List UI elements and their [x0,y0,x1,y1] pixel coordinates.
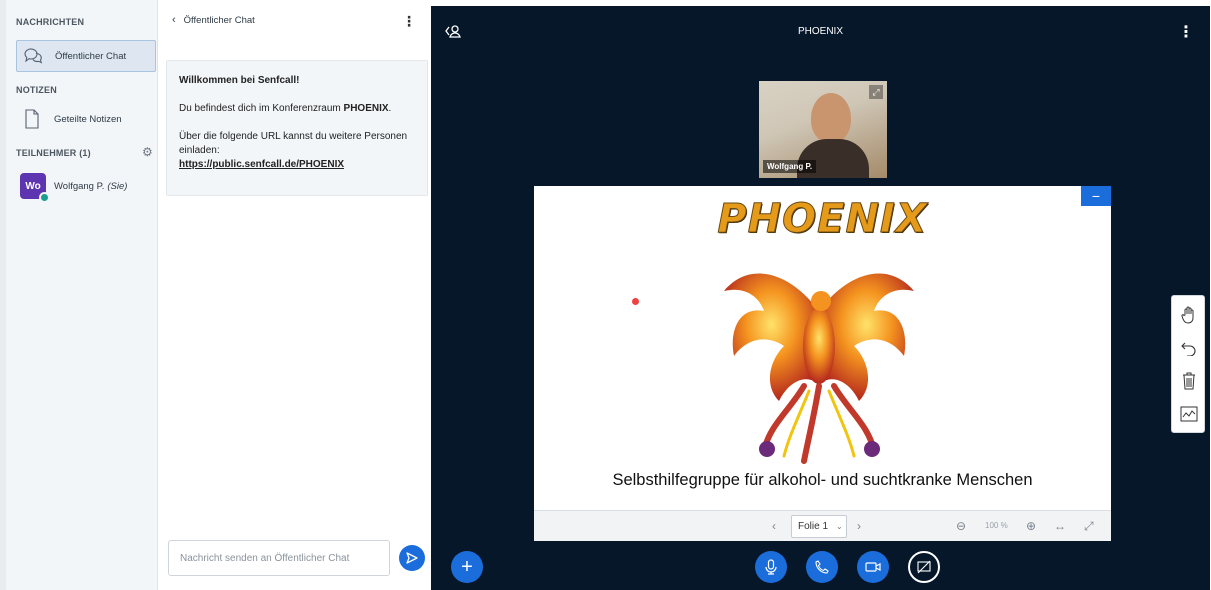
avatar-initials: Wo [25,180,41,192]
chat-options-icon[interactable]: ⋮ [402,14,416,28]
next-slide-icon[interactable]: › [857,519,861,533]
invite-url-link[interactable]: https://public.senfcall.de/PHOENIX [179,159,344,170]
main-options-icon[interactable]: ⋮ [1178,22,1194,42]
presentation-slide[interactable]: − PHOENIX Selbsthilfegruppe für alkohol-… [534,186,1111,510]
welcome-line1-prefix: Du befindest dich im Konferenzraum [179,103,344,114]
presentation-pointer [632,298,639,305]
chat-input-placeholder: Nachricht senden an Öffentlicher Chat [180,552,350,564]
shared-notes-label: Geteilte Notizen [54,113,122,125]
chat-title: Öffentlicher Chat [183,14,255,26]
current-slide-label: Folie 1 [798,521,829,532]
slide-caption: Selbsthilfegruppe für alkohol- und sucht… [612,471,1033,489]
presentation-area: PHOENIX ⋮ ⤢ Wolfgang P. − PHOENIX Selbst… [431,6,1210,590]
welcome-message: Willkommen bei Senfcall! Du befindest di… [166,60,428,196]
microphone-icon [765,559,777,575]
notes-section-title: NOTIZEN [16,85,57,95]
chevron-down-icon: ⌄ [836,522,843,531]
chat-panel: ‹ Öffentlicher Chat ⋮ Willkommen bei Sen… [157,0,430,590]
welcome-line1-suffix: . [388,103,392,114]
fullscreen-icon[interactable]: ⤢ [1084,519,1094,534]
zoom-out-icon[interactable]: ⊖ [956,519,966,533]
multi-user-whiteboard-icon[interactable] [1172,398,1206,430]
webcam-face [811,93,851,143]
whiteboard-toolbar [1171,295,1205,433]
participant-self-tag: (Sie) [107,180,128,192]
undo-icon[interactable] [1172,332,1206,364]
webcam-video[interactable]: ⤢ Wolfgang P. [759,81,887,178]
status-icon [39,192,50,203]
chevron-left-icon[interactable]: ‹ [172,14,176,26]
previous-slide-icon[interactable]: ‹ [772,519,776,533]
chat-bubbles-icon [23,46,43,66]
video-camera-icon [865,562,881,572]
send-button[interactable] [399,545,425,571]
welcome-title: Willkommen bei Senfcall! [179,75,300,86]
public-chat-item[interactable]: Öffentlicher Chat [16,40,156,72]
zoom-level: 100 % [985,521,1008,530]
webcam-name: Wolfgang P. [763,160,817,173]
send-icon [406,552,418,564]
audio-phone-button[interactable] [806,551,838,583]
shared-notes-item[interactable]: Geteilte Notizen [16,103,156,135]
document-icon [22,109,42,129]
welcome-room: PHOENIX [343,103,389,114]
participants-section-title: TEILNEHMER (1) [16,148,91,158]
screen-share-off-icon [917,560,931,574]
user-list-panel: NACHRICHTEN Öffentlicher Chat NOTIZEN Ge… [0,0,157,590]
phoenix-illustration [724,273,914,464]
gear-icon[interactable]: ⚙ [142,145,153,159]
chat-message-input[interactable]: Nachricht senden an Öffentlicher Chat [168,540,390,576]
slide-logo-text: PHOENIX [717,196,928,243]
zoom-in-icon[interactable]: ⊕ [1026,519,1036,533]
participant-name: Wolfgang P. [54,180,105,192]
actions-plus-button[interactable]: + [451,551,483,583]
camera-button[interactable] [857,551,889,583]
plus-icon: + [461,556,473,578]
hand-tool-icon[interactable] [1172,299,1206,331]
messages-section-title: NACHRICHTEN [16,17,85,27]
avatar: Wo [20,173,50,203]
slide-select[interactable]: Folie 1 ⌄ [791,515,847,538]
screenshare-button[interactable] [908,551,940,583]
phone-icon [815,560,829,574]
slide-controls: ‹ Folie 1 ⌄ › ⊖ 100 % ⊕ ↔ ⤢ [534,510,1111,541]
fit-width-icon[interactable]: ↔ [1054,519,1066,533]
microphone-button[interactable] [755,551,787,583]
welcome-line2: Über die folgende URL kannst du weitere … [179,131,408,156]
chat-header[interactable]: ‹ Öffentlicher Chat [172,14,255,26]
trash-icon[interactable] [1172,365,1206,397]
participant-row[interactable]: Wo Wolfgang P. (Sie) [20,171,128,203]
room-title: PHOENIX [797,26,843,37]
public-chat-label: Öffentlicher Chat [55,50,127,62]
expand-icon[interactable]: ⤢ [869,85,883,99]
